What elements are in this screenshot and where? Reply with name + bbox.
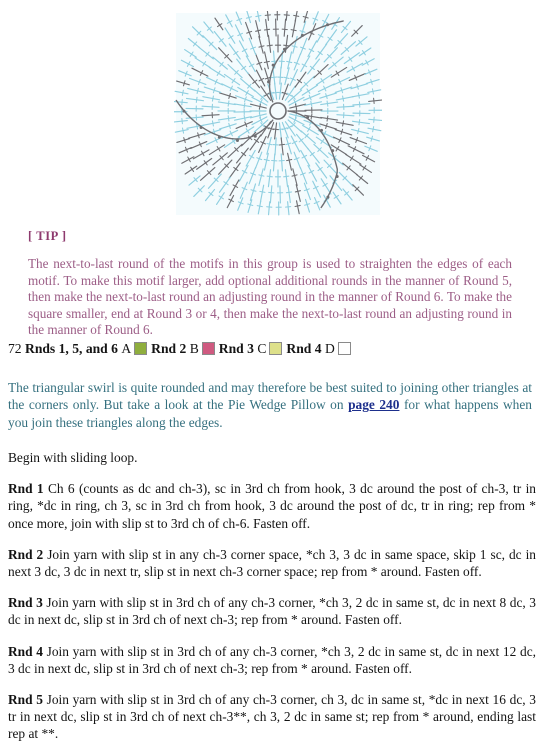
color-key-letter-3: D	[325, 341, 335, 356]
tip-block: [ TIP ] The next-to-last round of the mo…	[28, 229, 512, 339]
color-key-rounds-0: Rnds 1, 5, and 6	[25, 341, 118, 356]
crochet-stitch-chart-figure	[174, 11, 382, 217]
round-tag-5: Rnd 5	[8, 692, 43, 707]
color-swatch-a	[134, 342, 147, 355]
motif-number: 72	[8, 341, 22, 356]
round-instruction-2: Rnd 2 Join yarn with slip st in any ch-3…	[8, 546, 536, 580]
round-tag-3: Rnd 3	[8, 595, 43, 610]
swirl-note-paragraph: The triangular swirl is quite rounded an…	[8, 379, 532, 431]
color-swatch-c	[269, 342, 282, 355]
page-240-link[interactable]: page 240	[348, 397, 399, 412]
round-text-4: Join yarn with slip st in 3rd ch of any …	[8, 644, 536, 676]
color-swatch-d	[338, 342, 351, 355]
color-key-letter-1: B	[190, 341, 199, 356]
tip-paragraph: The next-to-last round of the motifs in …	[28, 256, 512, 339]
color-swatch-b	[202, 342, 215, 355]
crochet-chart-svg	[174, 11, 382, 217]
round-text-3: Join yarn with slip st in 3rd ch of any …	[8, 595, 536, 627]
color-key-letter-0: A	[121, 341, 131, 356]
tip-label: [ TIP ]	[28, 229, 512, 244]
color-key-rounds-1: Rnd 2	[151, 341, 186, 356]
round-text-5: Join yarn with slip st in 3rd ch of any …	[8, 692, 536, 741]
round-instruction-3: Rnd 3 Join yarn with slip st in 3rd ch o…	[8, 594, 536, 628]
color-key-row: 72 Rnds 1, 5, and 6 A Rnd 2 B Rnd 3 C Rnd 4…	[8, 340, 528, 357]
begin-line: Begin with sliding loop.	[8, 449, 536, 466]
round-tag-2: Rnd 2	[8, 547, 43, 562]
round-tag-4: Rnd 4	[8, 644, 43, 659]
round-instruction-1: Rnd 1 Ch 6 (counts as dc and ch-3), sc i…	[8, 480, 536, 532]
round-text-2: Join yarn with slip st in any ch-3 corne…	[8, 547, 536, 579]
round-tag-1: Rnd 1	[8, 481, 44, 496]
color-key-rounds-2: Rnd 3	[219, 341, 254, 356]
color-key-letter-2: C	[257, 341, 266, 356]
color-key-rounds-3: Rnd 4	[286, 341, 321, 356]
round-text-1: Ch 6 (counts as dc and ch-3), sc in 3rd …	[8, 481, 536, 530]
round-instruction-4: Rnd 4 Join yarn with slip st in 3rd ch o…	[8, 643, 536, 677]
